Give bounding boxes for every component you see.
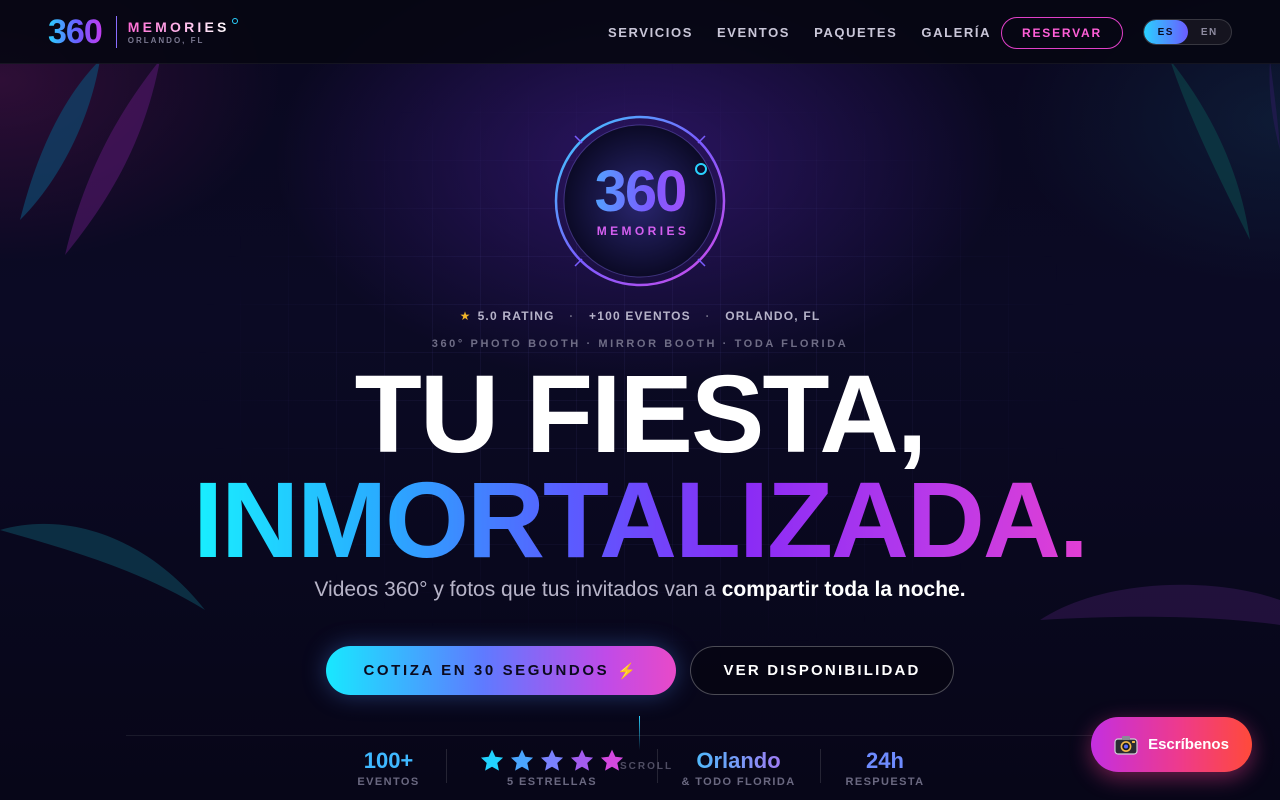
degree-icon	[231, 18, 238, 24]
brand-name: MEMORIES	[127, 18, 230, 35]
hero-logo-subtitle: MEMORIES	[596, 224, 690, 238]
stat-response: 24h RESPUESTA	[840, 748, 930, 788]
chat-button[interactable]: Escríbenos	[1091, 717, 1252, 772]
trust-badges: ★ 5.0 RATING · +100 EVENTOS · ORLANDO, FL	[0, 309, 1280, 323]
headline-line-1: TU FIESTA,	[354, 353, 928, 476]
brand-logo[interactable]: 360 MEMORIES ORLANDO, FL	[48, 12, 238, 52]
badge-location: ORLANDO, FL	[725, 309, 821, 323]
decor-leaf-left	[20, 60, 160, 255]
badge-rating: 5.0 RATING	[477, 309, 555, 323]
nav-link-eventos[interactable]: EVENTOS	[717, 25, 790, 40]
badge-separator: ·	[569, 309, 575, 323]
brand-divider	[115, 16, 117, 48]
stat-separator	[657, 749, 658, 783]
quote-button-label: COTIZA EN 30 SEGUNDOS	[363, 662, 610, 679]
nav-link-servicios[interactable]: SERVICIOS	[608, 25, 693, 40]
availability-button[interactable]: VER DISPONIBILIDAD	[690, 646, 954, 695]
hero-logo: 360 MEMORIES	[553, 114, 727, 288]
language-switcher: ES EN	[1143, 19, 1232, 45]
stat-rating: 5 ESTRELLAS	[470, 748, 634, 788]
nav-link-galeria[interactable]: GALERÍA	[921, 25, 991, 40]
top-navbar: 360 MEMORIES ORLANDO, FL SERVICIOS EVENT…	[0, 0, 1280, 64]
badge-events: +100 EVENTOS	[588, 309, 691, 323]
stat-events: 100+ EVENTOS	[340, 748, 437, 788]
brand-location: ORLANDO, FL	[127, 35, 205, 45]
brand-logo-number: 360	[48, 13, 103, 51]
stat-response-value: 24h	[866, 748, 904, 773]
star-icon	[510, 749, 534, 771]
decor-leaf-right	[1170, 60, 1280, 240]
main-menu: SERVICIOS EVENTOS PAQUETES GALERÍA	[608, 0, 991, 64]
quote-button[interactable]: COTIZA EN 30 SEGUNDOS ⚡	[326, 646, 676, 695]
rating-stars	[470, 748, 634, 774]
tagline-text: Videos 360° y fotos que tus invitados va…	[314, 578, 722, 601]
stat-events-label: EVENTOS	[357, 776, 420, 788]
stat-separator	[446, 749, 447, 783]
badge-separator: ·	[705, 309, 711, 323]
camera-icon	[1114, 735, 1138, 755]
hero-logo-number: 360	[553, 160, 727, 224]
brand-text: MEMORIES ORLANDO, FL	[128, 20, 230, 45]
stat-response-label: RESPUESTA	[845, 776, 925, 788]
star-icon	[540, 749, 564, 771]
stat-location-value: Orlando	[676, 748, 801, 774]
nav-link-paquetes[interactable]: PAQUETES	[814, 25, 897, 40]
lightning-icon: ⚡	[617, 662, 639, 680]
headline-line-2-text: INMORTALIZADA.	[193, 459, 1089, 580]
stat-events-value: 100+	[363, 748, 414, 773]
hero-tagline: Videos 360° y fotos que tus invitados va…	[0, 578, 1280, 602]
star-icon	[570, 749, 594, 771]
stat-separator	[820, 749, 821, 783]
stat-rating-label: 5 ESTRELLAS	[507, 776, 597, 788]
stats-divider	[126, 735, 1154, 736]
star-icon: ★	[459, 309, 472, 323]
star-icon	[600, 749, 624, 771]
star-icon	[480, 749, 504, 771]
services-line: 360° PHOTO BOOTH · MIRROR BOOTH · TODA F…	[431, 338, 849, 350]
scroll-indicator-line	[639, 716, 640, 750]
tagline-bold: compartir toda la noche.	[721, 578, 966, 601]
chat-button-label: Escríbenos	[1148, 736, 1229, 753]
language-es[interactable]: ES	[1144, 20, 1188, 44]
stat-location-label: & TODO FLORIDA	[681, 776, 796, 788]
language-en[interactable]: EN	[1188, 20, 1232, 44]
reserve-button[interactable]: RESERVAR	[1001, 17, 1123, 49]
headline-line-2: INMORTALIZADA.	[0, 465, 1280, 575]
stat-location: Orlando & TODO FLORIDA	[676, 748, 801, 788]
